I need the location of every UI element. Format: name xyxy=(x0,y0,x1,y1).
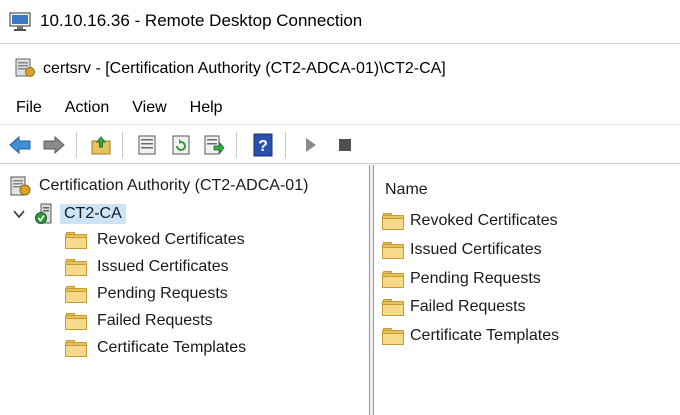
toolbar-separator xyxy=(236,132,237,158)
refresh-icon[interactable] xyxy=(167,131,195,159)
export-list-icon[interactable] xyxy=(200,131,228,159)
ca-server-running-icon xyxy=(35,203,52,224)
rdp-window-title: 10.10.16.36 - Remote Desktop Connection xyxy=(40,11,363,30)
toolbar-separator xyxy=(285,132,286,158)
folder-icon xyxy=(65,258,87,276)
tree-item-issued-certificates[interactable]: Issued Certificates xyxy=(65,254,229,280)
folder-icon xyxy=(65,285,87,303)
chevron-down-icon[interactable] xyxy=(12,207,26,221)
console-tree-pane: Certification Authority (CT2-ADCA-01) CT… xyxy=(0,165,370,415)
list-item-revoked-certificates[interactable]: Revoked Certificates xyxy=(382,208,558,234)
toolbar-separator xyxy=(76,132,77,158)
tree-item-ct2-ca[interactable]: CT2-CA xyxy=(12,201,126,227)
tree-item-label: Issued Certificates xyxy=(97,258,229,275)
list-item-issued-certificates[interactable]: Issued Certificates xyxy=(382,237,542,263)
stop-service-icon[interactable] xyxy=(331,131,359,159)
tree-item-pending-requests[interactable]: Pending Requests xyxy=(65,281,228,307)
properties-icon[interactable] xyxy=(133,131,161,159)
tree-root-certification-authority[interactable]: Certification Authority (CT2-ADCA-01) xyxy=(9,173,308,199)
back-arrow-icon[interactable] xyxy=(6,131,34,159)
tree-ca-label: CT2-CA xyxy=(60,204,126,224)
tree-item-revoked-certificates[interactable]: Revoked Certificates xyxy=(65,227,245,253)
toolbar-separator xyxy=(122,132,123,158)
list-item-label: Issued Certificates xyxy=(410,241,542,258)
list-item-label: Pending Requests xyxy=(410,270,541,287)
tree-item-certificate-templates[interactable]: Certificate Templates xyxy=(65,335,246,361)
list-item-label: Certificate Templates xyxy=(410,327,560,344)
rdp-titlebar: 10.10.16.36 - Remote Desktop Connection xyxy=(0,0,680,44)
folder-icon xyxy=(65,231,87,249)
menu-bar: File Action View Help xyxy=(0,93,680,122)
folder-icon xyxy=(382,327,404,345)
tree-item-failed-requests[interactable]: Failed Requests xyxy=(65,308,213,334)
menu-action[interactable]: Action xyxy=(58,99,116,117)
folder-icon xyxy=(65,339,87,357)
up-folder-icon[interactable] xyxy=(87,131,115,159)
folder-icon xyxy=(382,241,404,259)
list-item-certificate-templates[interactable]: Certificate Templates xyxy=(382,323,559,349)
certification-authority-icon xyxy=(10,176,31,196)
folder-icon xyxy=(382,298,404,316)
list-item-label: Revoked Certificates xyxy=(410,212,558,229)
tree-item-label: Revoked Certificates xyxy=(97,231,245,248)
results-pane: Name Revoked Certificates Issued Certifi… xyxy=(375,165,680,415)
column-header-name[interactable]: Name xyxy=(385,181,428,199)
folder-icon xyxy=(382,270,404,288)
remote-desktop-icon xyxy=(9,12,31,31)
list-item-label: Failed Requests xyxy=(410,298,526,315)
list-item-failed-requests[interactable]: Failed Requests xyxy=(382,294,526,320)
toolbar: ? xyxy=(0,124,680,164)
mmc-window-title: certsrv - [Certification Authority (CT2-… xyxy=(43,60,446,77)
folder-icon xyxy=(65,312,87,330)
tree-item-label: Pending Requests xyxy=(97,285,228,302)
menu-view[interactable]: View xyxy=(125,99,173,117)
menu-file[interactable]: File xyxy=(9,99,49,117)
list-item-pending-requests[interactable]: Pending Requests xyxy=(382,266,541,292)
help-icon[interactable]: ? xyxy=(249,131,277,159)
tree-item-label: Certificate Templates xyxy=(97,339,247,356)
tree-item-label: Failed Requests xyxy=(97,312,213,329)
start-service-icon[interactable] xyxy=(297,131,325,159)
tree-root-label: Certification Authority (CT2-ADCA-01) xyxy=(39,177,309,194)
certsrv-app-icon xyxy=(15,58,35,77)
forward-arrow-icon[interactable] xyxy=(40,131,68,159)
folder-icon xyxy=(382,212,404,230)
pane-splitter[interactable] xyxy=(370,165,374,415)
menu-help[interactable]: Help xyxy=(183,99,230,117)
svg-text:?: ? xyxy=(258,138,268,155)
